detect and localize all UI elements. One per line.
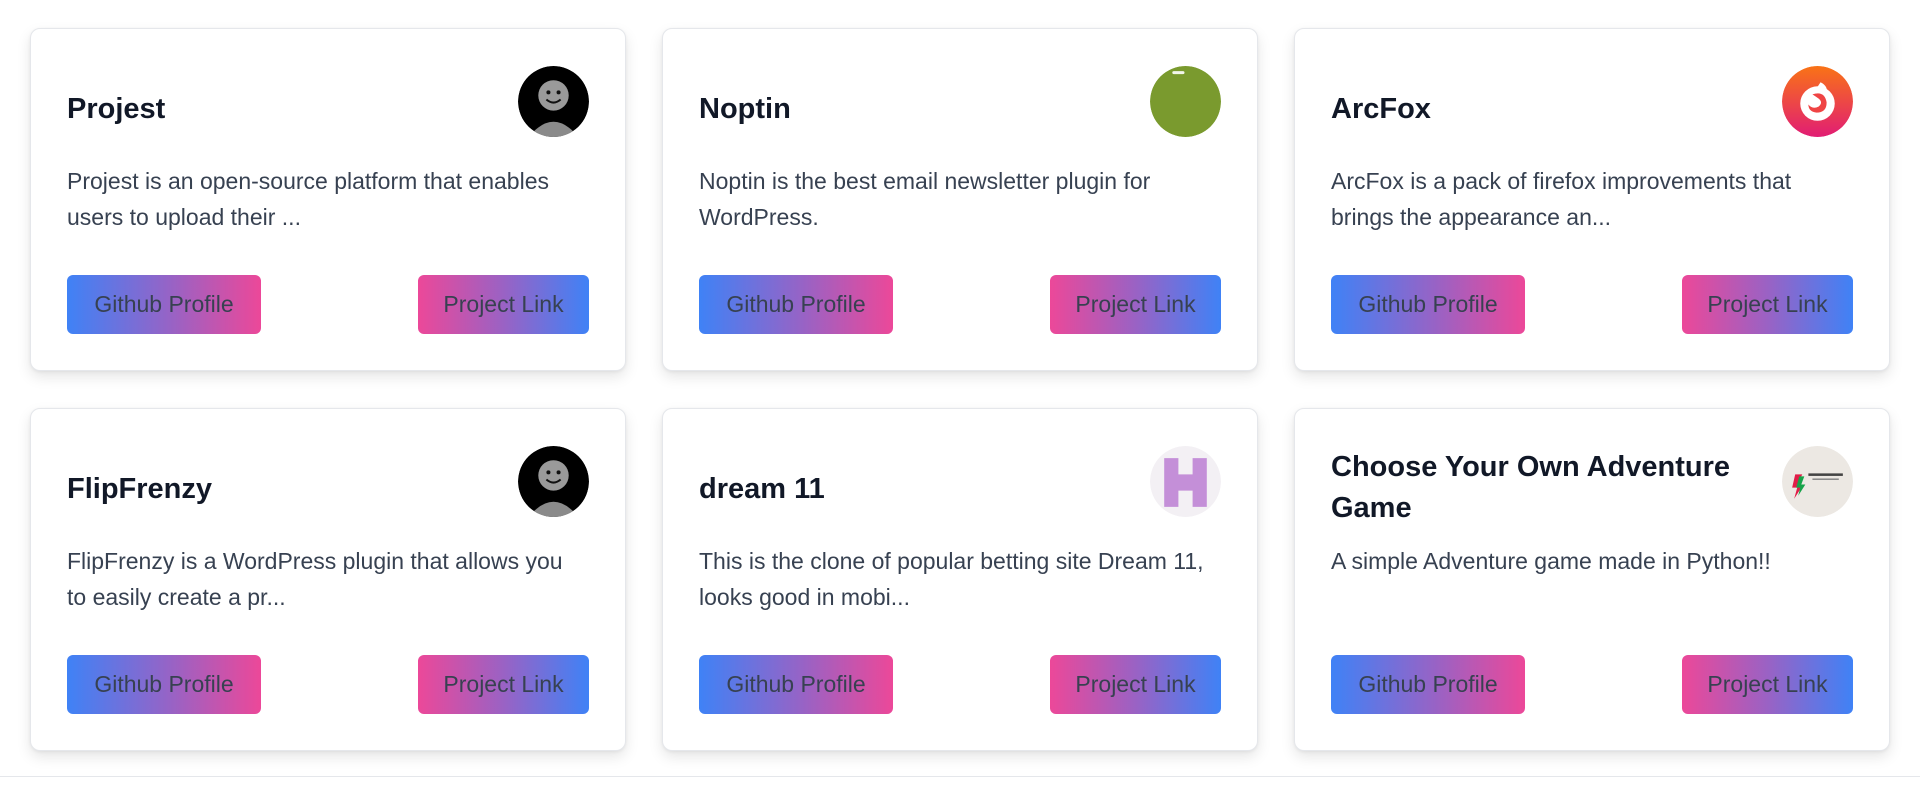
- github-profile-button[interactable]: Github Profile: [67, 655, 261, 714]
- github-profile-button[interactable]: Github Profile: [699, 275, 893, 334]
- section-divider: [0, 776, 1920, 777]
- project-title: dream 11: [699, 473, 825, 505]
- project-title: FlipFrenzy: [67, 473, 213, 505]
- project-description: Noptin is the best email newsletter plug…: [699, 168, 1151, 230]
- project-description: A simple Adventure game made in Python!!: [1331, 548, 1771, 574]
- project-description: This is the clone of popular betting sit…: [699, 548, 1204, 610]
- project-link-button[interactable]: Project Link: [418, 655, 589, 714]
- project-title: Choose Your Own Adventure Game: [1331, 451, 1731, 524]
- project-description: Projest is an open-source platform that …: [67, 168, 549, 230]
- coding-logo-icon: [1782, 446, 1853, 517]
- project-title: Projest: [67, 93, 166, 125]
- project-card: Choose Your Own Adventure Game A simple …: [1294, 408, 1890, 751]
- project-title: ArcFox: [1331, 93, 1431, 125]
- project-description: ArcFox is a pack of firefox improvements…: [1331, 168, 1792, 230]
- project-card: ArcFox ArcFox is a pack of firefox impro…: [1294, 28, 1890, 371]
- project-description: FlipFrenzy is a WordPress plugin that al…: [67, 548, 563, 610]
- project-link-button[interactable]: Project Link: [1682, 655, 1853, 714]
- project-card: Projest Projest is an open-source platfo…: [30, 28, 626, 371]
- github-profile-button[interactable]: Github Profile: [1331, 655, 1525, 714]
- firefox-logo-icon: [1782, 66, 1853, 137]
- project-link-button[interactable]: Project Link: [1050, 275, 1221, 334]
- letter-h-logo-icon: [1150, 446, 1221, 517]
- github-profile-button[interactable]: Github Profile: [67, 275, 261, 334]
- project-link-button[interactable]: Project Link: [1682, 275, 1853, 334]
- github-profile-button[interactable]: Github Profile: [699, 655, 893, 714]
- project-link-button[interactable]: Project Link: [1050, 655, 1221, 714]
- github-profile-button[interactable]: Github Profile: [1331, 275, 1525, 334]
- project-link-button[interactable]: Project Link: [418, 275, 589, 334]
- smiley-avatar-icon: [518, 446, 589, 517]
- smiley-avatar-icon: [518, 66, 589, 137]
- project-card: dream 11 This is the clone of popular be…: [662, 408, 1258, 751]
- green-circle-logo-icon: [1150, 66, 1221, 137]
- project-card: FlipFrenzy FlipFrenzy is a WordPress plu…: [30, 408, 626, 751]
- project-title: Noptin: [699, 93, 791, 125]
- project-card: Noptin Noptin is the best email newslett…: [662, 28, 1258, 371]
- projects-grid: Projest Projest is an open-source platfo…: [30, 28, 1890, 751]
